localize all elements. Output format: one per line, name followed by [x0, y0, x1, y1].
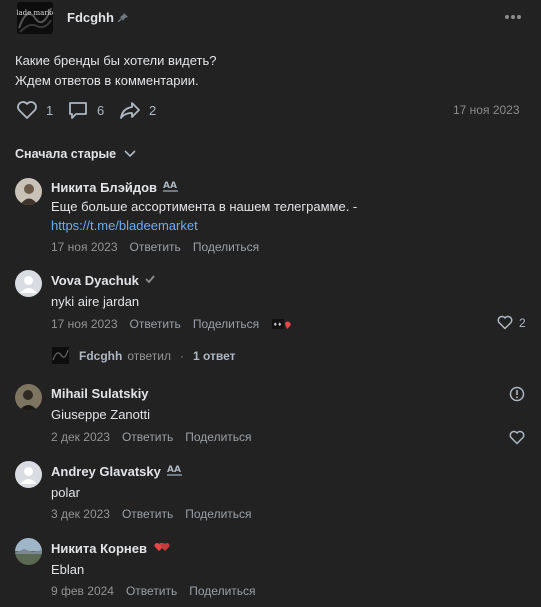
comment-text: Еще больше ассортимента в нашем телеграм…: [51, 197, 357, 235]
comment-text-line: Еще больше ассортимента в нашем телеграм…: [51, 199, 358, 214]
pin-icon: [117, 12, 129, 24]
share-comment-button[interactable]: Поделиться: [185, 507, 251, 521]
avatar-logo-text: Blade market: [17, 9, 53, 17]
report-icon[interactable]: [509, 386, 525, 405]
comment-meta: 3 дек 2023 Ответить Поделиться: [51, 507, 252, 521]
comment-author[interactable]: Никита Корнев: [51, 541, 170, 556]
share-count: 2: [149, 102, 157, 118]
comment-date[interactable]: 3 дек 2023: [51, 507, 110, 521]
comment-like-button[interactable]: 2: [497, 315, 526, 330]
post-text-line: Какие бренды бы хотели видеть?: [15, 53, 217, 68]
reply-button[interactable]: Ответить: [130, 317, 181, 334]
reply-button[interactable]: Ответить: [130, 240, 181, 254]
comment-date[interactable]: 17 ноя 2023: [51, 317, 118, 334]
comment-link[interactable]: https://t.me/bladeemarket: [51, 216, 357, 235]
comment-author[interactable]: Andrey Glavatsky AA: [51, 463, 184, 480]
post-author-avatar[interactable]: Blade market: [17, 2, 53, 34]
heart-icon[interactable]: [509, 430, 525, 448]
comment-date[interactable]: 9 фев 2024: [51, 584, 114, 598]
comment-text: Giuseppe Zanotti: [51, 407, 151, 422]
reply-author: Fdcghh: [79, 348, 123, 363]
replies-summary[interactable]: Fdcghh ответил · 1 ответ: [52, 347, 235, 364]
comment-author-name: Vova Dyachuk: [51, 273, 139, 288]
share-comment-button[interactable]: Поделиться: [193, 317, 259, 334]
like-button[interactable]: 1: [16, 100, 53, 120]
post-text: Какие бренды бы хотели видеть? Ждем отве…: [15, 51, 217, 91]
heart-icon: [17, 101, 37, 119]
avatar[interactable]: [15, 178, 42, 205]
comment-text: polar: [51, 485, 80, 500]
comment-author-name: Никита Блэйдов: [51, 180, 158, 195]
avatar[interactable]: [15, 384, 42, 411]
post-date[interactable]: 17 ноя 2023: [453, 103, 520, 117]
comment-text: nyki aire jardan: [51, 294, 140, 309]
heart-icon: [497, 315, 513, 330]
comment-icon: [69, 102, 87, 119]
donut-badge: AA: [166, 463, 184, 480]
comment-author-name: Andrey Glavatsky: [51, 464, 161, 479]
badge-label: AA: [167, 465, 181, 475]
chevron-down-icon: [124, 150, 136, 158]
more-icon[interactable]: [503, 10, 523, 24]
comment-meta: 17 ноя 2023 Ответить Поделиться ♦♦: [51, 317, 291, 334]
verified-icon: [144, 273, 156, 288]
comment-author-name: Mihail Sulatskiy: [51, 386, 149, 401]
comment-count: 6: [97, 102, 105, 118]
share-button[interactable]: 2: [119, 100, 156, 120]
comment-meta: 17 ноя 2023 Ответить Поделиться: [51, 240, 259, 254]
reply-author-avatar: [52, 347, 69, 364]
comment-like-count: 2: [519, 315, 526, 330]
comment-meta: 2 дек 2023 Ответить Поделиться: [51, 430, 252, 444]
reply-count: 1 ответ: [192, 348, 236, 363]
comment-date[interactable]: 17 ноя 2023: [51, 240, 118, 254]
sort-label: Сначала старые: [15, 147, 117, 161]
comment-meta: 9 фев 2024 Ответить Поделиться: [51, 584, 256, 598]
avatar[interactable]: [15, 270, 42, 297]
share-comment-button[interactable]: Поделиться: [193, 240, 259, 254]
separator-dot: ·: [179, 348, 184, 363]
comment-author[interactable]: Vova Dyachuk: [51, 273, 156, 288]
comment-author[interactable]: Mihail Sulatskiy: [51, 386, 149, 401]
svg-text:♦♦: ♦♦: [273, 322, 282, 328]
badge-label: AA: [163, 181, 177, 191]
comment-text: Eblan: [51, 562, 85, 577]
reply-verb: ответил: [127, 348, 171, 363]
share-icon: [120, 102, 140, 119]
comment-date[interactable]: 2 дек 2023: [51, 430, 110, 444]
reply-button[interactable]: Ответить: [122, 507, 173, 521]
share-comment-button[interactable]: Поделиться: [189, 584, 255, 598]
donut-badge: AA: [162, 179, 180, 196]
reply-button[interactable]: Ответить: [122, 430, 173, 444]
share-comment-button[interactable]: Поделиться: [185, 430, 251, 444]
comment-author[interactable]: Никита Блэйдов AA: [51, 179, 180, 196]
like-count: 1: [46, 102, 54, 118]
comment-button[interactable]: 6: [67, 100, 104, 120]
sticker-icon: ♦♦: [271, 317, 291, 334]
sort-dropdown[interactable]: Сначала старые: [15, 147, 136, 161]
sticker-icon: [152, 541, 170, 556]
post-author-name[interactable]: Fdcghh: [67, 10, 114, 25]
post-text-line: Ждем ответов в комментарии.: [15, 73, 199, 88]
reply-button[interactable]: Ответить: [126, 584, 177, 598]
avatar[interactable]: [15, 461, 42, 488]
avatar[interactable]: [15, 538, 42, 565]
comment-author-name: Никита Корнев: [51, 541, 147, 556]
